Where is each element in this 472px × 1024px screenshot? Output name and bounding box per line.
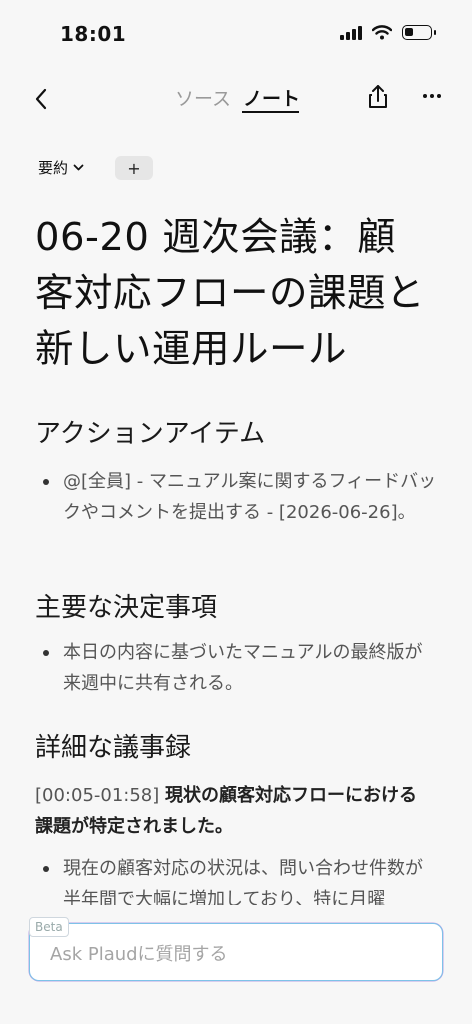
minutes-paragraph: [00:05-01:58] 現状の顧客対応フローにおける課題が特定されました。 [35, 780, 435, 842]
battery-icon [402, 24, 436, 40]
share-icon [369, 85, 387, 108]
summary-template-dropdown[interactable]: 要約 [38, 157, 84, 178]
section-heading-action-items: アクションアイテム [35, 419, 266, 449]
section-heading-decisions: 主要な決定事項 [35, 593, 218, 623]
decisions-list: 本日の内容に基づいたマニュアルの最終版が来週中に共有される。 [35, 637, 440, 699]
share-button[interactable] [365, 82, 391, 112]
section-heading-minutes: 詳細な議事録 [35, 733, 192, 763]
nav-bar: ソース ノート [0, 70, 472, 130]
wifi-icon [372, 24, 392, 39]
chevron-down-icon [73, 164, 84, 170]
beta-badge: Beta [29, 917, 69, 937]
active-tab-indicator [242, 111, 299, 113]
action-items-list: @[全員] - マニュアル案に関するフィードバックやコメントを提出する - [2… [35, 466, 440, 528]
ask-plaud-input[interactable]: Ask Plaudに質問する [29, 923, 443, 981]
dot [423, 94, 427, 98]
status-bar: 18:01 [0, 0, 472, 70]
status-icons [340, 24, 436, 40]
tab-source[interactable]: ソース [175, 84, 231, 111]
back-button[interactable] [26, 84, 56, 114]
dot [437, 94, 441, 98]
status-time: 18:01 [60, 22, 127, 46]
cellular-signal-icon [340, 24, 362, 40]
more-options-button[interactable] [420, 86, 444, 106]
list-item: @[全員] - マニュアル案に関するフィードバックやコメントを提出する - [2… [35, 466, 440, 528]
minutes-timestamp: [00:05-01:58] [35, 785, 160, 806]
note-title: 06-20 週次会議：顧客対応フローの課題と新しい運用ルール [35, 215, 426, 372]
ask-placeholder: Ask Plaudに質問する [50, 944, 228, 965]
summary-label: 要約 [38, 159, 69, 177]
list-item: 本日の内容に基づいたマニュアルの最終版が来週中に共有される。 [35, 637, 440, 699]
tab-note[interactable]: ノート [243, 84, 300, 111]
dot [430, 94, 434, 98]
chevron-left-icon [35, 88, 47, 110]
add-button[interactable]: + [115, 156, 153, 180]
